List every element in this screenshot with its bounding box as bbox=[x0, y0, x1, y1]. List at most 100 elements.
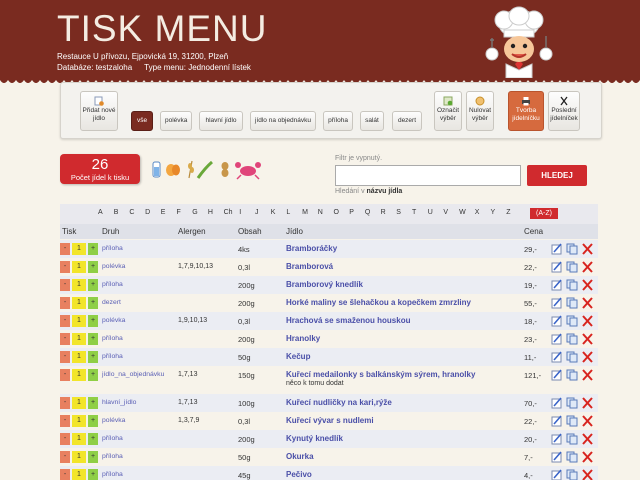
increase-qty-button[interactable]: + bbox=[88, 433, 98, 445]
delete-icon[interactable] bbox=[582, 415, 593, 427]
qty-value[interactable]: 1 bbox=[72, 369, 86, 381]
alphabet-letter[interactable]: M bbox=[302, 209, 308, 216]
delete-icon[interactable] bbox=[582, 243, 593, 255]
alphabet-letter[interactable]: T bbox=[412, 209, 416, 216]
alphabet-letter[interactable]: J bbox=[255, 209, 259, 216]
copy-icon[interactable] bbox=[566, 261, 578, 273]
peanut-icon[interactable] bbox=[221, 162, 229, 177]
decrease-qty-button[interactable]: - bbox=[60, 451, 70, 463]
alphabet-letter[interactable]: B bbox=[114, 209, 119, 216]
meal-name-link[interactable]: Bramborová bbox=[286, 262, 333, 271]
increase-qty-button[interactable]: + bbox=[88, 351, 98, 363]
filter-soup-button[interactable]: polévka bbox=[160, 111, 192, 131]
alphabet-letter[interactable]: L bbox=[286, 209, 290, 216]
col-druh[interactable]: Druh bbox=[102, 227, 119, 236]
meal-name-link[interactable]: Horké maliny se šlehačkou a kopečkem zmr… bbox=[286, 298, 471, 307]
edit-icon[interactable] bbox=[551, 333, 562, 345]
increase-qty-button[interactable]: + bbox=[88, 469, 98, 480]
alphabet-letter[interactable]: A bbox=[98, 209, 103, 216]
decrease-qty-button[interactable]: - bbox=[60, 243, 70, 255]
alphabet-letter[interactable]: W bbox=[459, 209, 466, 216]
copy-icon[interactable] bbox=[566, 397, 578, 409]
meal-name-link[interactable]: Bramborový knedlík bbox=[286, 280, 363, 289]
meal-name-link[interactable]: Okurka bbox=[286, 452, 314, 461]
delete-icon[interactable] bbox=[582, 451, 593, 463]
delete-icon[interactable] bbox=[582, 333, 593, 345]
filter-salad-button[interactable]: salát bbox=[360, 111, 384, 131]
alphabet-all-button[interactable]: (A-Z) bbox=[530, 208, 558, 219]
meal-name-link[interactable]: Kuřecí nudličky na kari,rýže bbox=[286, 398, 392, 407]
delete-icon[interactable] bbox=[582, 261, 593, 273]
crab-icon[interactable] bbox=[235, 162, 261, 180]
alphabet-letter[interactable]: Y bbox=[491, 209, 496, 216]
increase-qty-button[interactable]: + bbox=[88, 279, 98, 291]
increase-qty-button[interactable]: + bbox=[88, 261, 98, 273]
decrease-qty-button[interactable]: - bbox=[60, 469, 70, 480]
alphabet-letter[interactable]: K bbox=[271, 209, 276, 216]
filter-on-order-button[interactable]: jídlo na objednávku bbox=[250, 111, 316, 131]
decrease-qty-button[interactable]: - bbox=[60, 279, 70, 291]
filter-side-dish-button[interactable]: příloha bbox=[323, 111, 353, 131]
delete-icon[interactable] bbox=[582, 369, 593, 381]
decrease-qty-button[interactable]: - bbox=[60, 397, 70, 409]
increase-qty-button[interactable]: + bbox=[88, 315, 98, 327]
copy-icon[interactable] bbox=[566, 297, 578, 309]
alphabet-letter[interactable]: H bbox=[208, 209, 213, 216]
copy-icon[interactable] bbox=[566, 433, 578, 445]
delete-icon[interactable] bbox=[582, 397, 593, 409]
alphabet-letter[interactable]: I bbox=[239, 209, 241, 216]
qty-value[interactable]: 1 bbox=[72, 297, 86, 309]
qty-value[interactable]: 1 bbox=[72, 261, 86, 273]
alphabet-letter[interactable]: N bbox=[318, 209, 323, 216]
mark-selection-button[interactable]: Označit výběr bbox=[434, 91, 462, 131]
copy-icon[interactable] bbox=[566, 451, 578, 463]
meal-name-link[interactable]: Hrachová se smaženou houskou bbox=[286, 316, 410, 325]
meal-name-link[interactable]: Kečup bbox=[286, 352, 310, 361]
edit-icon[interactable] bbox=[551, 397, 562, 409]
copy-icon[interactable] bbox=[566, 315, 578, 327]
milk-icon[interactable] bbox=[152, 161, 161, 178]
celery-icon[interactable] bbox=[196, 160, 213, 179]
alphabet-letter[interactable]: P bbox=[349, 209, 354, 216]
copy-icon[interactable] bbox=[566, 351, 578, 363]
alphabet-letter[interactable]: R bbox=[381, 209, 386, 216]
edit-icon[interactable] bbox=[551, 369, 562, 381]
wheat-icon[interactable] bbox=[188, 160, 194, 179]
reset-selection-button[interactable]: Nulovat výběr bbox=[466, 91, 494, 131]
meal-name-link[interactable]: Kuřecí vývar s nudlemi bbox=[286, 416, 374, 425]
qty-value[interactable]: 1 bbox=[72, 243, 86, 255]
alphabet-letter[interactable]: X bbox=[475, 209, 480, 216]
increase-qty-button[interactable]: + bbox=[88, 369, 98, 381]
decrease-qty-button[interactable]: - bbox=[60, 333, 70, 345]
qty-value[interactable]: 1 bbox=[72, 397, 86, 409]
copy-icon[interactable] bbox=[566, 415, 578, 427]
edit-icon[interactable] bbox=[551, 451, 562, 463]
meal-name-link[interactable]: Pečivo bbox=[286, 470, 312, 479]
alphabet-letter[interactable]: F bbox=[177, 209, 181, 216]
qty-value[interactable]: 1 bbox=[72, 469, 86, 480]
edit-icon[interactable] bbox=[551, 261, 562, 273]
meal-name-link[interactable]: Hranolky bbox=[286, 334, 320, 343]
meal-name-link[interactable]: Kynutý knedlík bbox=[286, 434, 343, 443]
qty-value[interactable]: 1 bbox=[72, 351, 86, 363]
copy-icon[interactable] bbox=[566, 469, 578, 480]
edit-icon[interactable] bbox=[551, 315, 562, 327]
decrease-qty-button[interactable]: - bbox=[60, 315, 70, 327]
copy-icon[interactable] bbox=[566, 243, 578, 255]
edit-icon[interactable] bbox=[551, 469, 562, 480]
filter-all-button[interactable]: vše bbox=[131, 111, 153, 131]
decrease-qty-button[interactable]: - bbox=[60, 433, 70, 445]
edit-icon[interactable] bbox=[551, 279, 562, 291]
create-menu-button[interactable]: Tvorba jídelníčku bbox=[508, 91, 544, 131]
alphabet-letter[interactable]: C bbox=[129, 209, 134, 216]
alphabet-letter[interactable]: V bbox=[443, 209, 448, 216]
delete-icon[interactable] bbox=[582, 315, 593, 327]
alphabet-letter[interactable]: Ch bbox=[224, 209, 233, 216]
col-jidlo[interactable]: Jídlo bbox=[286, 227, 303, 236]
col-tisk[interactable]: Tisk bbox=[62, 227, 76, 236]
delete-icon[interactable] bbox=[582, 279, 593, 291]
col-cena[interactable]: Cena bbox=[524, 227, 543, 236]
col-alergen[interactable]: Alergen bbox=[178, 227, 206, 236]
increase-qty-button[interactable]: + bbox=[88, 243, 98, 255]
last-menus-button[interactable]: Poslední jídelníček bbox=[548, 91, 580, 131]
